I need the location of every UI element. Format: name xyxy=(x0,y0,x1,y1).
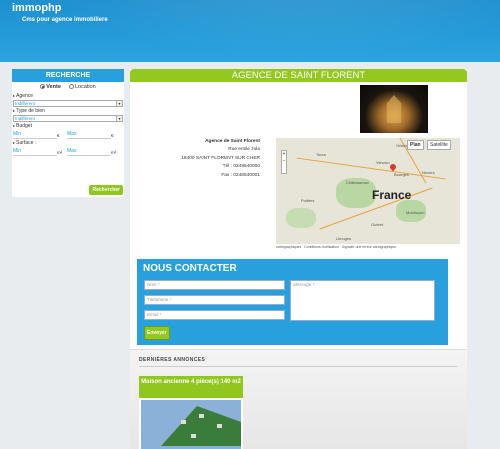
surface-unit: m² xyxy=(111,149,117,155)
divider xyxy=(139,366,457,367)
budget-max-input[interactable]: Max xyxy=(67,131,111,139)
surface-label: Surface : xyxy=(12,140,124,146)
agency-photo xyxy=(360,85,428,133)
type-label: Type de bien xyxy=(12,108,124,114)
map-place: Guéret xyxy=(371,222,384,227)
radio-rent[interactable]: Location xyxy=(68,84,96,90)
map-place: Châteauroux xyxy=(346,180,369,185)
budget-min-input[interactable]: Min xyxy=(13,131,57,139)
zoom-out-icon[interactable]: − xyxy=(283,158,286,164)
map-country-label: France xyxy=(372,188,412,202)
map-place: Bourges xyxy=(394,172,409,177)
map-credit-data[interactable]: cartographiques xyxy=(276,245,301,249)
mode-radios: Vente Location xyxy=(12,82,124,92)
agency-name: Agence de Saint Florent xyxy=(205,139,260,144)
map-place: Montluçon xyxy=(406,210,425,215)
name-field[interactable]: Nom * xyxy=(144,280,285,290)
zoom-in-icon[interactable]: + xyxy=(283,151,286,157)
surface-row: Min m² Max m² xyxy=(12,148,124,156)
listing-card[interactable]: Maison ancienne 4 pièce(s) 140 m2 xyxy=(139,376,243,449)
map-place: Nevers xyxy=(422,170,435,175)
map-satellite-button[interactable]: Satellite xyxy=(427,140,451,150)
chevron-down-icon[interactable]: ▾ xyxy=(116,116,122,121)
map-credit-report[interactable]: Signaler une erreur cartographique xyxy=(342,245,396,249)
contact-title: NOUS CONTACTER xyxy=(143,263,237,274)
email-field[interactable]: Email * xyxy=(144,310,285,320)
house-window xyxy=(181,420,186,424)
latest-title: DERNIÈRES ANNONCES xyxy=(139,357,206,363)
agency-banner: AGENCE DE SAINT FLORENT xyxy=(130,69,467,82)
map-place: Vierzon xyxy=(376,160,390,165)
site-tagline: Cms pour agence immobiliere xyxy=(22,17,108,23)
message-field[interactable]: Message * xyxy=(290,280,435,321)
currency-symbol: € xyxy=(111,132,114,138)
currency-symbol: € xyxy=(57,132,60,138)
search-button[interactable]: Rechercher xyxy=(89,185,123,195)
agency-address: Agence de Saint Florent Rue emile zola 1… xyxy=(170,138,260,180)
contact-form: NOUS CONTACTER Nom * Téléphone * Email *… xyxy=(137,259,448,345)
radio-rent-dot[interactable] xyxy=(68,84,74,90)
agency-select[interactable]: Indifférent ▾ xyxy=(13,100,123,107)
agency-fax: Fax : 0248540001 xyxy=(221,172,260,178)
send-button[interactable]: Envoyer xyxy=(144,326,170,340)
map-credit-terms[interactable]: Conditions d'utilisation xyxy=(304,245,339,249)
radio-rent-label: Location xyxy=(74,84,96,90)
map-plan-button[interactable]: Plan xyxy=(407,140,424,150)
site-logo[interactable]: immophp xyxy=(12,2,62,14)
header-gloss xyxy=(0,0,500,62)
search-panel: RECHERCHE Vente Location Agence Indiffér… xyxy=(12,69,124,197)
type-select-value: Indifférent xyxy=(15,116,35,121)
castle-shape xyxy=(386,95,402,123)
radio-sale[interactable]: Vente xyxy=(40,84,61,90)
house-roof xyxy=(161,406,241,446)
listing-photo[interactable] xyxy=(141,400,241,449)
site-header: immophp Cms pour agence immobiliere xyxy=(0,0,500,62)
house-window xyxy=(217,424,222,428)
house-window xyxy=(191,434,196,438)
search-title: RECHERCHE xyxy=(12,69,124,82)
latest-listings: DERNIÈRES ANNONCES Maison ancienne 4 piè… xyxy=(130,349,467,449)
listing-title[interactable]: Maison ancienne 4 pièce(s) 140 m2 xyxy=(139,376,243,398)
map-forest xyxy=(286,208,316,228)
budget-label: Budget xyxy=(12,123,124,129)
surface-min-input[interactable]: Min xyxy=(13,148,57,156)
main-content: AGENCE DE SAINT FLORENT Agence de Saint … xyxy=(130,69,467,449)
agency-street: Rue emile zola xyxy=(228,147,260,153)
chevron-down-icon[interactable]: ▾ xyxy=(116,101,122,106)
type-select[interactable]: Indifférent ▾ xyxy=(13,115,123,122)
map-credits: cartographiques Conditions d'utilisation… xyxy=(276,245,396,249)
map-place: Tours xyxy=(316,152,326,157)
surface-max-input[interactable]: Max xyxy=(67,148,111,156)
budget-row: Min € Max € xyxy=(12,131,124,139)
map-place: Poitiers xyxy=(301,198,315,203)
map-place: Limoges xyxy=(336,236,352,241)
map-zoom-control[interactable]: + − xyxy=(281,150,287,174)
agency-tel: Tél : 0248540000 xyxy=(222,164,260,170)
house-window xyxy=(199,414,204,418)
surface-unit: m² xyxy=(57,149,63,155)
phone-field[interactable]: Téléphone * xyxy=(144,295,285,305)
agency-label: Agence xyxy=(12,93,124,99)
radio-sale-label: Vente xyxy=(46,84,61,90)
agency-city: 18400 SAINT FLORENT SUR CHER xyxy=(181,155,260,161)
agency-map[interactable]: Tours Orléans Châteauroux Poitiers Limog… xyxy=(276,138,460,244)
radio-sale-dot[interactable] xyxy=(40,84,46,90)
agency-select-value: Indifférent xyxy=(15,101,35,106)
